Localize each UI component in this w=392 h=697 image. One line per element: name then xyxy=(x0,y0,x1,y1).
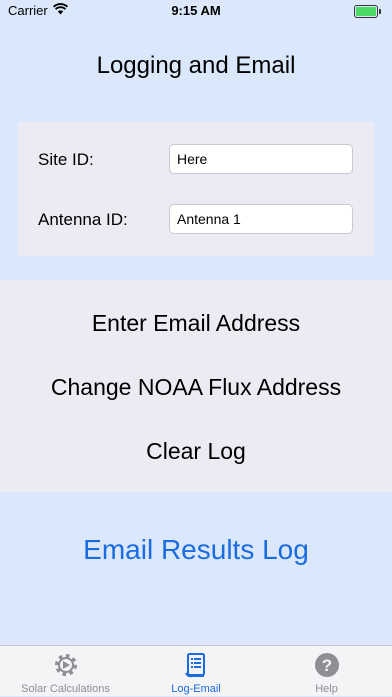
clock: 9:15 AM xyxy=(171,3,221,18)
tab-solar-calculations[interactable]: Solar Calculations xyxy=(0,646,131,697)
tab-log-email[interactable]: Log-Email xyxy=(131,646,261,697)
help-icon: ? xyxy=(314,653,339,677)
svg-text:?: ? xyxy=(321,656,331,675)
email-results-log-button[interactable]: Email Results Log xyxy=(0,534,392,566)
tab-help[interactable]: ? Help xyxy=(261,646,392,697)
page-title: Logging and Email xyxy=(96,52,296,79)
site-id-field[interactable] xyxy=(169,144,353,174)
tab-bar: Solar Calculations Log-Email ? Help xyxy=(0,645,392,696)
actions-panel: Enter Email Address Change NOAA Flux Add… xyxy=(0,280,392,492)
enter-email-button[interactable]: Enter Email Address xyxy=(0,310,392,337)
antenna-id-field[interactable] xyxy=(169,204,353,234)
id-panel: Site ID: Antenna ID: xyxy=(18,122,374,256)
tab-label: Solar Calculations xyxy=(21,683,110,695)
battery-icon xyxy=(354,5,381,18)
status-bar: Carrier 9:15 AM xyxy=(0,0,392,22)
tab-label: Log-Email xyxy=(171,683,221,695)
antenna-id-label: Antenna ID: xyxy=(38,210,128,229)
tab-label: Help xyxy=(315,683,338,695)
gear-icon xyxy=(54,654,77,676)
site-id-label: Site ID: xyxy=(38,150,94,169)
log-document-icon xyxy=(185,653,205,678)
change-noaa-flux-button[interactable]: Change NOAA Flux Address xyxy=(0,374,392,401)
clear-log-button[interactable]: Clear Log xyxy=(0,438,392,465)
